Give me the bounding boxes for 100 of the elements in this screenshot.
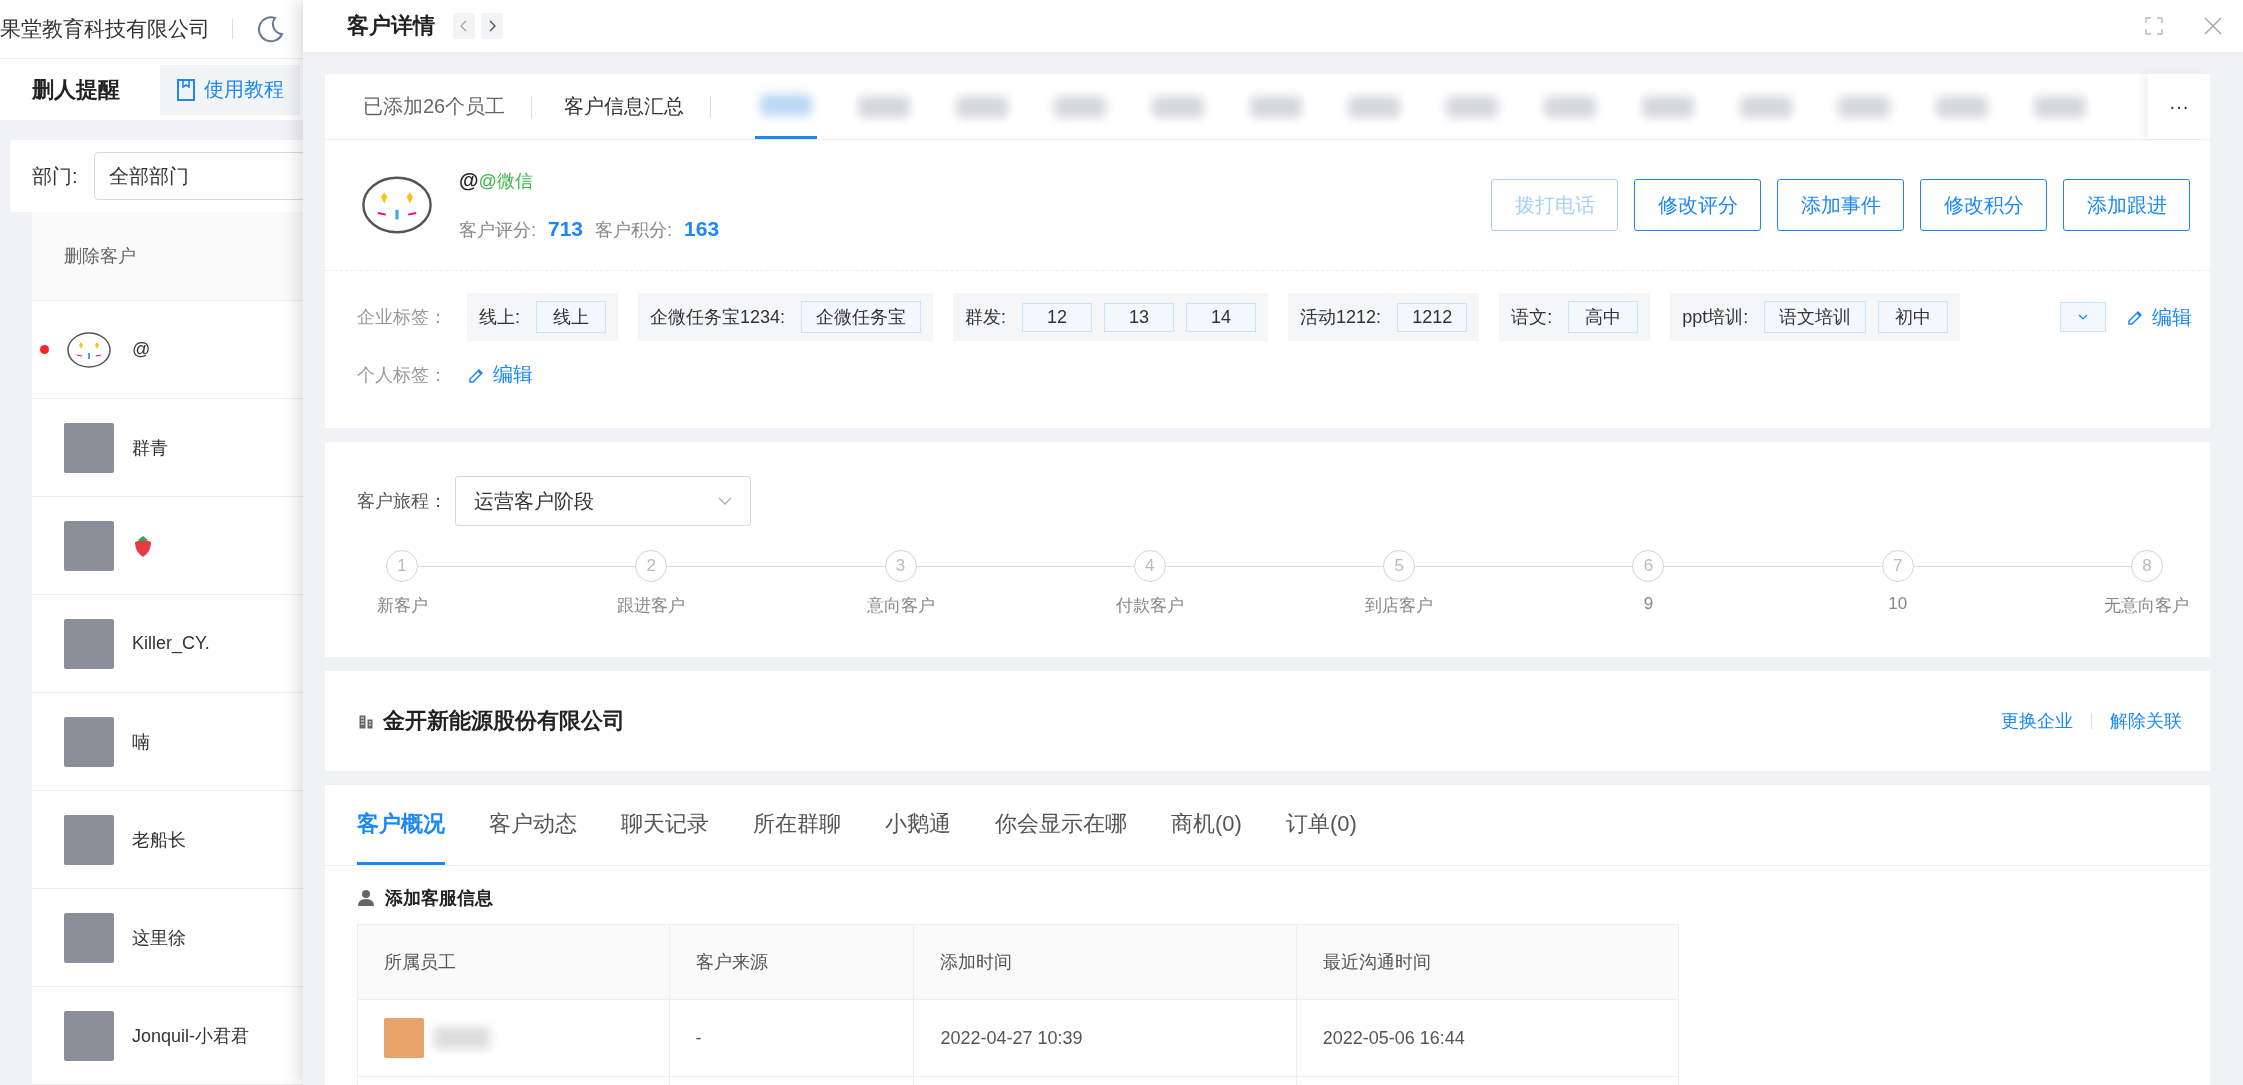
company-link[interactable]: 更换企业 <box>1991 709 2083 733</box>
journey-select[interactable]: 运营客户阶段 <box>455 476 751 526</box>
step-label: 新客户 <box>376 595 428 617</box>
drawer-title: 客户详情 <box>347 12 435 40</box>
points-label: 客户积分: <box>595 218 673 242</box>
company-name: 果堂教育科技有限公司 <box>0 16 210 43</box>
corp-tags-label: 企业标签： <box>357 306 447 329</box>
step-label: 跟进客户 <box>617 595 686 617</box>
step-label: 10 <box>1888 594 1908 614</box>
avatar-photo <box>64 912 114 963</box>
moon-icon[interactable] <box>255 14 285 45</box>
pencil-icon <box>2126 308 2144 326</box>
list-header: 删除客户 <box>32 212 303 301</box>
avatar-photo <box>64 814 114 865</box>
points-value: 163 <box>684 216 720 241</box>
close-icon[interactable] <box>2203 16 2223 36</box>
step-label: 意向客户 <box>866 595 935 617</box>
customer-name: Jonquil-小君君 <box>132 1024 250 1048</box>
column-header: 最近沟通时间 <box>1296 924 1679 1000</box>
tag: 14 <box>1186 302 1257 332</box>
tag: 企微任务宝 <box>801 301 922 333</box>
table-cell: - <box>669 999 914 1077</box>
customer-name: @@微信 <box>459 168 534 193</box>
step-number: 7 <box>1881 550 1914 582</box>
avatar-photo <box>64 716 114 767</box>
previous-button[interactable] <box>453 13 475 39</box>
summary-tab[interactable]: 客户信息汇总 <box>558 74 711 139</box>
column-header: 添加时间 <box>913 924 1297 1000</box>
customer-name: 老船长 <box>132 828 186 852</box>
expand-button[interactable] <box>2060 302 2106 332</box>
action-button[interactable]: 修改积分 <box>1920 179 2047 231</box>
tag: 语文培训 <box>1764 301 1867 333</box>
avatar-photo <box>64 1010 114 1061</box>
chevron-down-icon <box>718 497 732 505</box>
edit-link[interactable]: 编辑 <box>2126 303 2192 331</box>
step-number: 2 <box>635 550 668 582</box>
edit-link[interactable]: 编辑 <box>467 361 533 388</box>
column-header: 所属员工 <box>357 924 669 1000</box>
step-number: 1 <box>386 550 418 582</box>
filter-label: 部门: <box>32 163 78 189</box>
table-cell: 2022-04-27 10:39 <box>913 999 1297 1077</box>
tutorial-button[interactable]: 使用教程 <box>160 64 300 115</box>
journey-label: 客户旅程： <box>357 490 447 513</box>
step-number: 5 <box>1383 550 1416 582</box>
step-label: 9 <box>1643 594 1654 614</box>
tag-group-name: 企微任务宝1234: <box>650 306 786 329</box>
detail-tab[interactable]: 所在群聊 <box>753 785 841 865</box>
step-label: 付款客户 <box>1115 595 1184 617</box>
avatar-photo <box>64 618 114 669</box>
avatar-photo <box>384 1018 424 1058</box>
tag-group-name: 语文: <box>1511 306 1553 329</box>
step-number: 8 <box>2130 550 2163 582</box>
strawberry-icon <box>132 533 154 558</box>
next-button[interactable] <box>481 13 503 39</box>
chevron-right-icon <box>487 20 497 32</box>
tag-group-name: 线上: <box>479 306 520 329</box>
detail-tab[interactable]: 订单(0) <box>1285 785 1357 865</box>
avatar-photo <box>64 422 114 473</box>
action-button[interactable]: 添加事件 <box>1777 179 1904 231</box>
tag: 线上 <box>536 301 606 333</box>
chevron-down-icon <box>2078 314 2088 320</box>
table-cell: 2022-05-06 16:44 <box>1296 999 1679 1077</box>
detail-tab[interactable]: 客户动态 <box>489 785 577 865</box>
more-button[interactable]: ··· <box>2148 74 2210 139</box>
customer-name: @ <box>132 339 151 360</box>
tag-group-name: 活动1212: <box>1300 306 1382 329</box>
customer-name: 这里徐 <box>132 926 186 950</box>
customer-name: 喃 <box>132 730 150 754</box>
detail-tab[interactable]: 聊天记录 <box>621 785 709 865</box>
tag: 高中 <box>1568 301 1639 333</box>
customer-name: 群青 <box>132 436 168 460</box>
step-number: 3 <box>884 550 917 582</box>
summary-tab[interactable]: 已添加26个员工 <box>357 74 532 139</box>
action-button[interactable]: 修改评分 <box>1634 179 1761 231</box>
fullscreen-icon[interactable] <box>2145 17 2163 35</box>
step-label: 无意向客户 <box>2104 595 2190 617</box>
company-link[interactable]: 解除关联 <box>2100 709 2192 733</box>
building-icon <box>357 712 375 730</box>
section-title: 添加客服信息 <box>385 887 493 910</box>
book-icon <box>176 77 196 102</box>
tag: 1212 <box>1397 302 1468 332</box>
tag-group-name: 群发: <box>965 306 1007 329</box>
score-label: 客户评分: <box>459 218 536 242</box>
detail-tab[interactable]: 你会显示在哪 <box>995 785 1127 865</box>
blurred-name <box>434 1027 490 1049</box>
column-header: 客户来源 <box>669 924 914 1000</box>
page-title: 删人提醒 <box>32 75 120 104</box>
action-button[interactable]: 添加跟进 <box>2063 179 2190 231</box>
chevron-left-icon <box>459 20 469 32</box>
step-number: 6 <box>1632 550 1665 582</box>
customer-name: Killer_CY. <box>132 633 210 654</box>
person-icon <box>357 889 375 907</box>
tag-group-name: ppt培训: <box>1682 306 1749 329</box>
company-name: 金开新能源股份有限公司 <box>383 707 625 735</box>
step-label: 到店客户 <box>1365 595 1434 617</box>
score-value: 713 <box>548 216 584 241</box>
detail-tab[interactable]: 客户概况 <box>357 785 445 865</box>
detail-tab[interactable]: 商机(0) <box>1171 785 1242 865</box>
step-number: 4 <box>1133 550 1166 582</box>
detail-tab[interactable]: 小鹅通 <box>885 785 951 865</box>
